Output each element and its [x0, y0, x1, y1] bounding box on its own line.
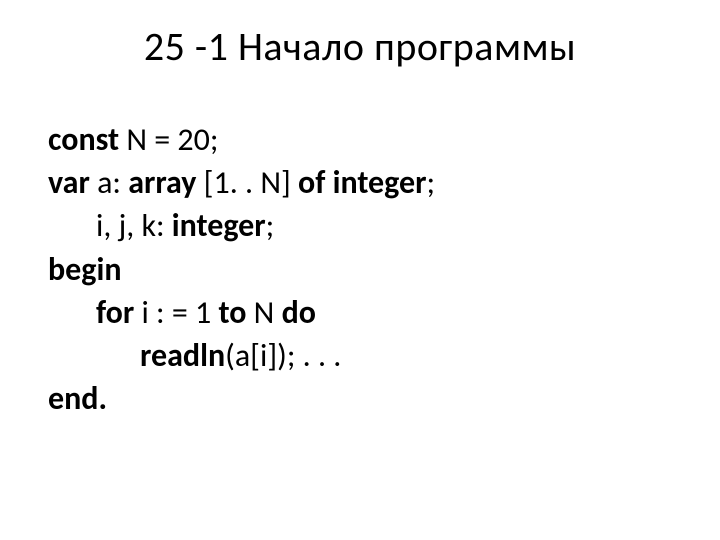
kw-const: const	[48, 120, 119, 159]
text: i : = 1	[134, 293, 218, 332]
code-line-2: var a: array [1. . N] of integer;	[48, 161, 672, 204]
kw-of-integer: of integer	[298, 163, 426, 202]
code-line-4: begin	[48, 248, 672, 291]
code-line-7: end.	[48, 377, 672, 420]
kw-readln: readln	[140, 336, 225, 375]
text: ;	[266, 206, 275, 245]
kw-for: for	[96, 293, 134, 332]
text: ;	[426, 163, 435, 202]
code-block: const N = 20; var a: array [1. . N] of i…	[48, 118, 672, 420]
text: a:	[90, 163, 128, 202]
code-line-1: const N = 20;	[48, 118, 672, 161]
kw-array: array	[128, 163, 196, 202]
text: [1. . N]	[196, 163, 298, 202]
kw-to: to	[218, 293, 246, 332]
kw-integer: integer	[172, 206, 266, 245]
slide-title: 25 -1 Начало программы	[0, 22, 720, 71]
slide: 25 -1 Начало программы const N = 20; var…	[0, 0, 720, 540]
code-line-5: for i : = 1 to N do	[48, 291, 672, 334]
code-line-3: i, j, k: integer;	[48, 204, 672, 247]
text: (a[i]); . . .	[225, 336, 341, 375]
code-line-6: readln(a[i]); . . .	[48, 334, 672, 377]
kw-var: var	[48, 163, 90, 202]
kw-end: end.	[48, 379, 107, 418]
kw-do: do	[282, 293, 316, 332]
text: N	[246, 293, 281, 332]
kw-begin: begin	[48, 250, 121, 289]
text: N = 20;	[119, 120, 218, 159]
text: i, j, k:	[96, 206, 172, 245]
